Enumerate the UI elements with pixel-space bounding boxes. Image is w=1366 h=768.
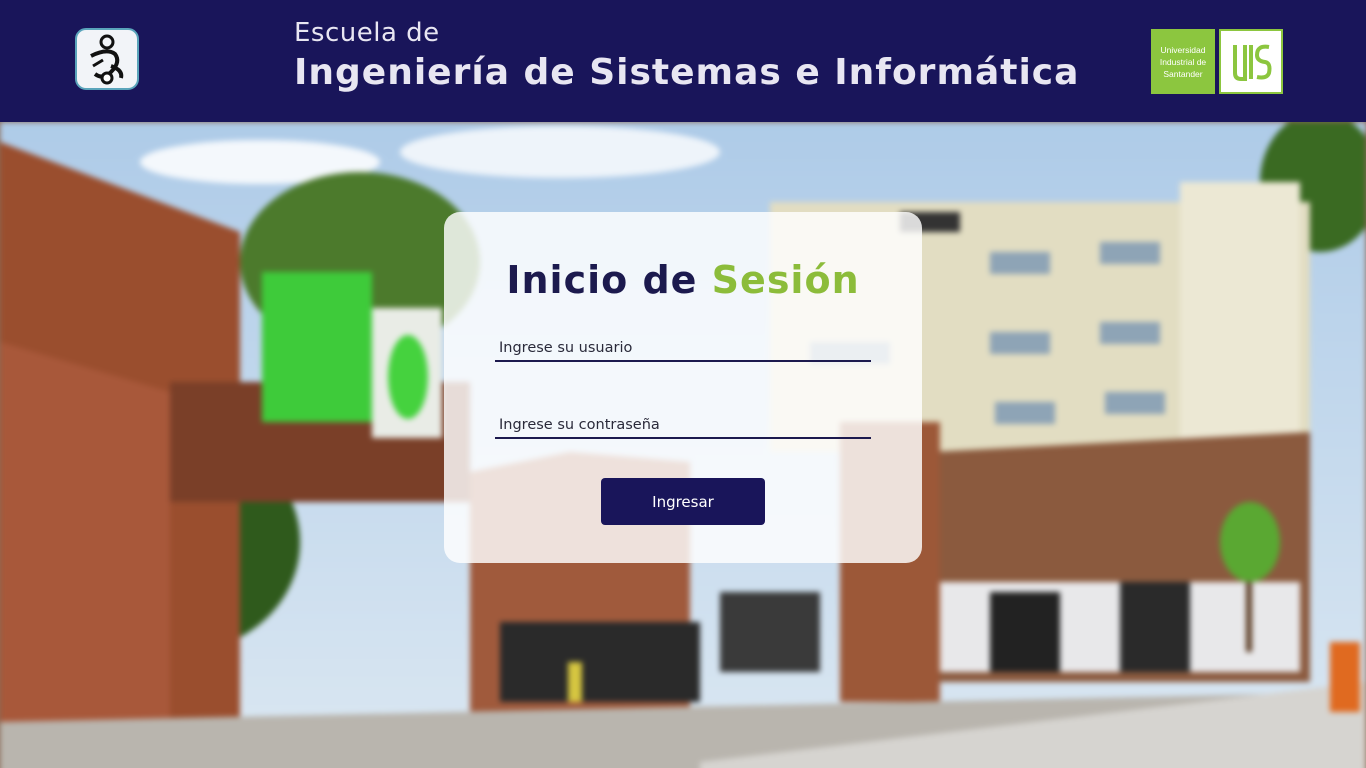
uis-mark-icon [1219, 29, 1283, 94]
login-title-main: Inicio de [506, 258, 698, 302]
login-card: Inicio de Sesión Ingresar [444, 212, 922, 563]
uis-logo-text: Universidad Industrial de Santander [1151, 29, 1215, 94]
username-input[interactable] [495, 336, 871, 362]
login-submit-button[interactable]: Ingresar [601, 478, 765, 525]
school-logo[interactable] [75, 28, 139, 90]
top-header: Escuela de Ingeniería de Sistemas e Info… [0, 0, 1366, 122]
school-logo-icon [90, 34, 124, 85]
header-title: Ingeniería de Sistemas e Informática [294, 52, 1080, 93]
uis-logo[interactable]: Universidad Industrial de Santander [1151, 29, 1283, 94]
login-title-accent: Sesión [711, 258, 860, 302]
header-subtitle: Escuela de [294, 18, 440, 48]
login-title: Inicio de Sesión [444, 258, 922, 302]
password-input[interactable] [495, 413, 871, 439]
